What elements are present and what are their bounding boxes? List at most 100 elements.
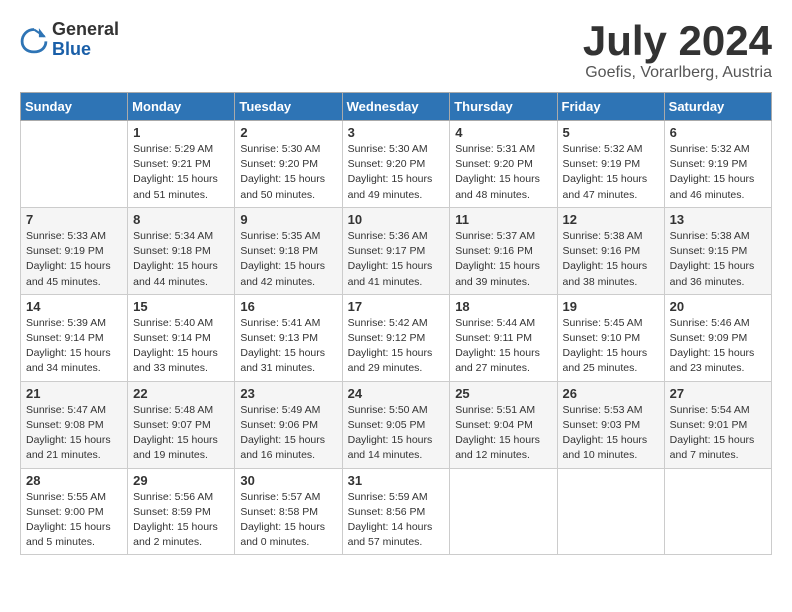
day-number: 10 xyxy=(348,212,445,227)
calendar-cell: 20 Sunrise: 5:46 AM Sunset: 9:09 PM Dayli… xyxy=(664,294,771,381)
day-number: 16 xyxy=(240,299,336,314)
day-info: Sunrise: 5:56 AM Sunset: 8:59 PM Dayligh… xyxy=(133,490,229,551)
page-header: General Blue July 2024 Goefis, Vorarlber… xyxy=(20,20,772,82)
day-number: 12 xyxy=(563,212,659,227)
calendar-cell: 15 Sunrise: 5:40 AM Sunset: 9:14 PM Dayli… xyxy=(128,294,235,381)
calendar-cell: 27 Sunrise: 5:54 AM Sunset: 9:01 PM Dayli… xyxy=(664,381,771,468)
day-number: 17 xyxy=(348,299,445,314)
day-info: Sunrise: 5:55 AM Sunset: 9:00 PM Dayligh… xyxy=(26,490,122,551)
logo: General Blue xyxy=(20,20,119,60)
calendar-cell: 25 Sunrise: 5:51 AM Sunset: 9:04 PM Dayli… xyxy=(450,381,557,468)
calendar-cell: 26 Sunrise: 5:53 AM Sunset: 9:03 PM Dayli… xyxy=(557,381,664,468)
day-number: 26 xyxy=(563,386,659,401)
day-info: Sunrise: 5:34 AM Sunset: 9:18 PM Dayligh… xyxy=(133,229,229,290)
day-number: 14 xyxy=(26,299,122,314)
day-info: Sunrise: 5:32 AM Sunset: 9:19 PM Dayligh… xyxy=(563,142,659,203)
calendar-cell: 18 Sunrise: 5:44 AM Sunset: 9:11 PM Dayli… xyxy=(450,294,557,381)
day-info: Sunrise: 5:30 AM Sunset: 9:20 PM Dayligh… xyxy=(240,142,336,203)
calendar-cell xyxy=(664,468,771,555)
logo-text: General Blue xyxy=(52,20,119,60)
day-info: Sunrise: 5:46 AM Sunset: 9:09 PM Dayligh… xyxy=(670,316,766,377)
day-info: Sunrise: 5:35 AM Sunset: 9:18 PM Dayligh… xyxy=(240,229,336,290)
calendar-cell: 5 Sunrise: 5:32 AM Sunset: 9:19 PM Daylig… xyxy=(557,121,664,208)
day-info: Sunrise: 5:41 AM Sunset: 9:13 PM Dayligh… xyxy=(240,316,336,377)
calendar-week-row: 14 Sunrise: 5:39 AM Sunset: 9:14 PM Dayli… xyxy=(21,294,772,381)
day-number: 18 xyxy=(455,299,551,314)
column-header-saturday: Saturday xyxy=(664,93,771,121)
calendar-cell xyxy=(450,468,557,555)
day-number: 30 xyxy=(240,473,336,488)
day-number: 4 xyxy=(455,125,551,140)
day-number: 20 xyxy=(670,299,766,314)
logo-blue: Blue xyxy=(52,40,119,60)
day-info: Sunrise: 5:29 AM Sunset: 9:21 PM Dayligh… xyxy=(133,142,229,203)
calendar-week-row: 21 Sunrise: 5:47 AM Sunset: 9:08 PM Dayli… xyxy=(21,381,772,468)
day-info: Sunrise: 5:45 AM Sunset: 9:10 PM Dayligh… xyxy=(563,316,659,377)
calendar-cell: 9 Sunrise: 5:35 AM Sunset: 9:18 PM Daylig… xyxy=(235,207,342,294)
day-info: Sunrise: 5:40 AM Sunset: 9:14 PM Dayligh… xyxy=(133,316,229,377)
day-info: Sunrise: 5:49 AM Sunset: 9:06 PM Dayligh… xyxy=(240,403,336,464)
day-number: 29 xyxy=(133,473,229,488)
day-number: 25 xyxy=(455,386,551,401)
day-info: Sunrise: 5:44 AM Sunset: 9:11 PM Dayligh… xyxy=(455,316,551,377)
day-info: Sunrise: 5:31 AM Sunset: 9:20 PM Dayligh… xyxy=(455,142,551,203)
day-number: 28 xyxy=(26,473,122,488)
day-info: Sunrise: 5:38 AM Sunset: 9:15 PM Dayligh… xyxy=(670,229,766,290)
day-info: Sunrise: 5:47 AM Sunset: 9:08 PM Dayligh… xyxy=(26,403,122,464)
day-number: 22 xyxy=(133,386,229,401)
calendar-week-row: 28 Sunrise: 5:55 AM Sunset: 9:00 PM Dayli… xyxy=(21,468,772,555)
logo-general: General xyxy=(52,20,119,40)
day-info: Sunrise: 5:30 AM Sunset: 9:20 PM Dayligh… xyxy=(348,142,445,203)
column-header-monday: Monday xyxy=(128,93,235,121)
day-info: Sunrise: 5:39 AM Sunset: 9:14 PM Dayligh… xyxy=(26,316,122,377)
calendar-cell: 8 Sunrise: 5:34 AM Sunset: 9:18 PM Daylig… xyxy=(128,207,235,294)
location-title: Goefis, Vorarlberg, Austria xyxy=(583,64,772,82)
day-number: 1 xyxy=(133,125,229,140)
calendar-cell: 17 Sunrise: 5:42 AM Sunset: 9:12 PM Dayli… xyxy=(342,294,450,381)
calendar-cell: 3 Sunrise: 5:30 AM Sunset: 9:20 PM Daylig… xyxy=(342,121,450,208)
day-number: 2 xyxy=(240,125,336,140)
day-info: Sunrise: 5:51 AM Sunset: 9:04 PM Dayligh… xyxy=(455,403,551,464)
day-number: 7 xyxy=(26,212,122,227)
calendar-table: SundayMondayTuesdayWednesdayThursdayFrid… xyxy=(20,92,772,555)
day-number: 23 xyxy=(240,386,336,401)
calendar-cell: 30 Sunrise: 5:57 AM Sunset: 8:58 PM Dayli… xyxy=(235,468,342,555)
title-area: July 2024 Goefis, Vorarlberg, Austria xyxy=(583,20,772,82)
calendar-cell: 6 Sunrise: 5:32 AM Sunset: 9:19 PM Daylig… xyxy=(664,121,771,208)
column-header-friday: Friday xyxy=(557,93,664,121)
day-number: 27 xyxy=(670,386,766,401)
calendar-cell: 16 Sunrise: 5:41 AM Sunset: 9:13 PM Dayli… xyxy=(235,294,342,381)
logo-icon xyxy=(20,26,48,54)
column-header-sunday: Sunday xyxy=(21,93,128,121)
day-number: 13 xyxy=(670,212,766,227)
day-info: Sunrise: 5:38 AM Sunset: 9:16 PM Dayligh… xyxy=(563,229,659,290)
day-number: 24 xyxy=(348,386,445,401)
calendar-cell: 1 Sunrise: 5:29 AM Sunset: 9:21 PM Daylig… xyxy=(128,121,235,208)
column-header-thursday: Thursday xyxy=(450,93,557,121)
day-number: 15 xyxy=(133,299,229,314)
calendar-cell: 31Sunrise: 5:59 AM Sunset: 8:56 PM Dayli… xyxy=(342,468,450,555)
day-info: Sunrise: 5:48 AM Sunset: 9:07 PM Dayligh… xyxy=(133,403,229,464)
day-info: Sunrise: 5:42 AM Sunset: 9:12 PM Dayligh… xyxy=(348,316,445,377)
calendar-cell: 10 Sunrise: 5:36 AM Sunset: 9:17 PM Dayli… xyxy=(342,207,450,294)
day-info: Sunrise: 5:53 AM Sunset: 9:03 PM Dayligh… xyxy=(563,403,659,464)
day-info: Sunrise: 5:37 AM Sunset: 9:16 PM Dayligh… xyxy=(455,229,551,290)
day-info: Sunrise: 5:36 AM Sunset: 9:17 PM Dayligh… xyxy=(348,229,445,290)
day-info: Sunrise: 5:50 AM Sunset: 9:05 PM Dayligh… xyxy=(348,403,445,464)
day-info: Sunrise: 5:54 AM Sunset: 9:01 PM Dayligh… xyxy=(670,403,766,464)
day-number: 3 xyxy=(348,125,445,140)
day-info: Sunrise: 5:32 AM Sunset: 9:19 PM Dayligh… xyxy=(670,142,766,203)
day-info: Sunrise: 5:59 AM Sunset: 8:56 PM Dayligh… xyxy=(348,490,445,551)
column-header-tuesday: Tuesday xyxy=(235,93,342,121)
day-number: 19 xyxy=(563,299,659,314)
day-info: Sunrise: 5:57 AM Sunset: 8:58 PM Dayligh… xyxy=(240,490,336,551)
calendar-cell: 23 Sunrise: 5:49 AM Sunset: 9:06 PM Dayli… xyxy=(235,381,342,468)
day-number: 21 xyxy=(26,386,122,401)
day-number: 6 xyxy=(670,125,766,140)
day-number: 5 xyxy=(563,125,659,140)
month-title: July 2024 xyxy=(583,20,772,62)
calendar-cell: 7Sunrise: 5:33 AM Sunset: 9:19 PM Daylig… xyxy=(21,207,128,294)
day-number: 8 xyxy=(133,212,229,227)
calendar-cell: 13 Sunrise: 5:38 AM Sunset: 9:15 PM Dayli… xyxy=(664,207,771,294)
day-number: 9 xyxy=(240,212,336,227)
